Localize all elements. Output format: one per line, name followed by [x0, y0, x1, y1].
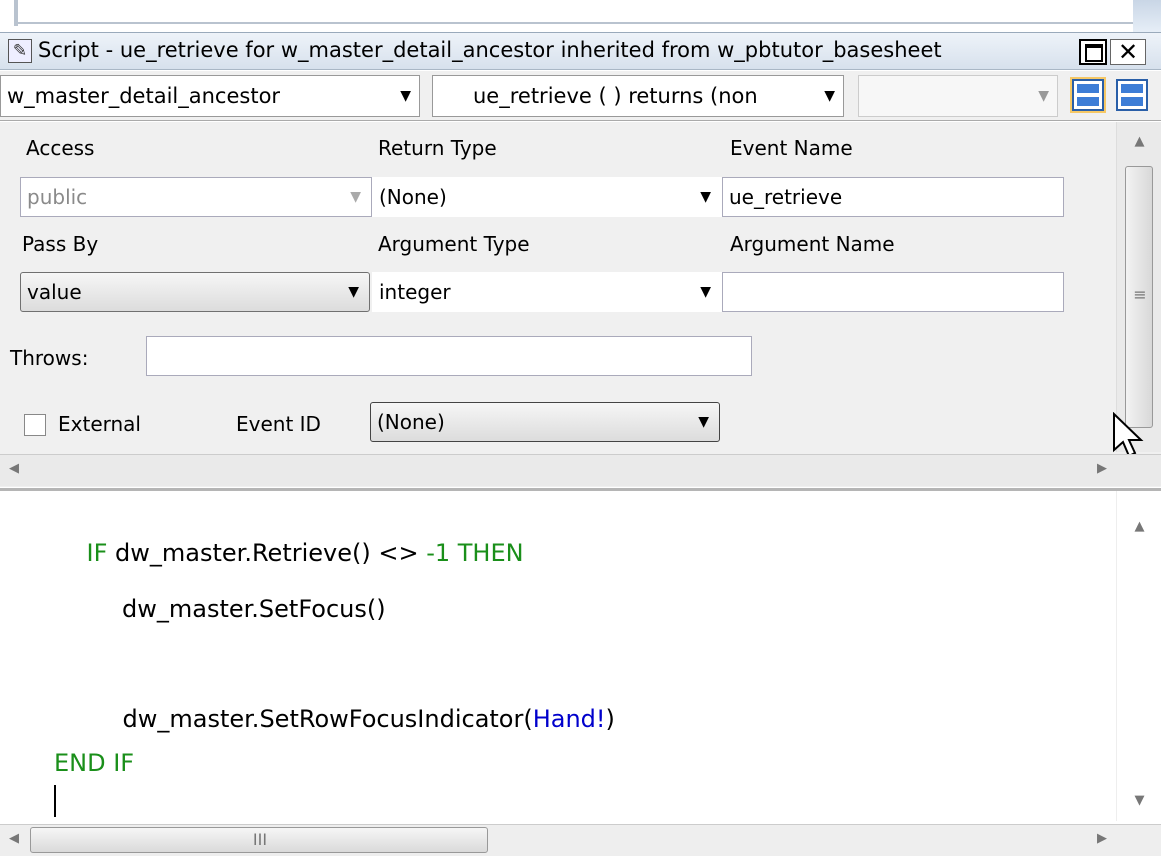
chevron-down-icon: ▼ — [700, 284, 711, 300]
code-setrowfocus-call: dw_master.SetRowFocusIndicator( — [122, 705, 533, 733]
pass-by-select[interactable]: value ▼ — [20, 272, 370, 312]
ancestor-select[interactable]: ▼ — [858, 75, 1058, 117]
title-bar[interactable]: ✎ Script - ue_retrieve for w_master_deta… — [0, 32, 1161, 70]
close-icon[interactable]: ✕ — [1110, 39, 1146, 65]
code-number: -1 — [426, 539, 451, 567]
window-top-strip — [0, 0, 1161, 32]
top-strip-line — [14, 22, 1134, 24]
grip-icon: III — [252, 830, 268, 849]
scroll-up-icon[interactable]: ▲ — [1117, 519, 1161, 534]
chevron-down-icon: ▼ — [818, 76, 835, 116]
editor-horizontal-scrollbar[interactable]: ◀ III ▶ — [0, 824, 1161, 856]
event-id-value: (None) — [377, 410, 445, 434]
return-type-select[interactable]: (None) ▼ — [372, 177, 722, 217]
code-line-2: dw_master.SetFocus() — [122, 595, 386, 623]
code-retrieve-call: dw_master.Retrieve() <> — [107, 539, 427, 567]
restore-icon[interactable] — [1079, 39, 1107, 65]
properties-horizontal-scrollbar[interactable]: ◀ ▶ — [0, 454, 1161, 486]
object-select-value: w_master_detail_ancestor — [7, 84, 281, 108]
chevron-down-icon: ▼ — [698, 414, 709, 430]
properties-vertical-scrollbar[interactable]: ▲ ≡ — [1116, 122, 1161, 452]
chevron-down-icon: ▼ — [348, 284, 359, 300]
scrollbar-thumb[interactable]: III — [30, 827, 488, 853]
keyword-then: THEN — [450, 539, 524, 567]
return-type-value: (None) — [379, 185, 447, 209]
scroll-right-icon[interactable]: ▶ — [1092, 461, 1112, 476]
code-line-3: dw_master.SetRowFocusIndicator(Hand!) — [92, 677, 615, 761]
argument-type-value: integer — [379, 280, 451, 304]
argument-name-label: Argument Name — [730, 232, 895, 256]
code-line-4: END IF — [54, 749, 135, 777]
return-type-label: Return Type — [378, 136, 497, 160]
event-name-label: Event Name — [730, 136, 853, 160]
scroll-left-icon[interactable]: ◀ — [4, 461, 24, 476]
editor-vertical-scrollbar[interactable]: ▲ ▼ — [1116, 491, 1161, 821]
event-select-value: ue_retrieve ( ) returns (non — [473, 84, 758, 108]
access-label: Access — [26, 136, 95, 160]
script-editor[interactable]: IF dw_master.Retrieve() <> -1 THEN dw_ma… — [0, 488, 1161, 856]
chevron-down-icon: ▼ — [350, 189, 361, 205]
code-enum-value: Hand! — [532, 705, 606, 733]
window-title: Script - ue_retrieve for w_master_detail… — [38, 38, 942, 62]
scroll-left-icon[interactable]: ◀ — [4, 831, 24, 846]
access-select[interactable]: public ▼ — [20, 177, 372, 217]
external-label: External — [58, 412, 141, 436]
chevron-down-icon: ▼ — [400, 88, 411, 104]
code-close-paren: ) — [605, 705, 615, 733]
throws-label: Throws: — [10, 346, 89, 370]
grip-icon: ≡ — [1133, 285, 1147, 304]
event-name-value: ue_retrieve — [729, 185, 843, 209]
event-id-label: Event ID — [236, 412, 321, 436]
scroll-up-icon[interactable]: ▲ — [1117, 134, 1161, 149]
event-id-select[interactable]: (None) ▼ — [370, 402, 720, 442]
properties-pane: Access Return Type Event Name public ▼ (… — [0, 122, 1161, 487]
argument-name-field[interactable] — [722, 272, 1064, 312]
event-name-field[interactable]: ue_retrieve — [722, 177, 1064, 217]
selector-row: w_master_detail_ancestor ▼ ue_retrieve (… — [0, 71, 1161, 121]
object-select[interactable]: w_master_detail_ancestor ▼ — [0, 75, 420, 117]
throws-field[interactable] — [146, 336, 752, 376]
argument-type-select[interactable]: integer ▼ — [372, 272, 722, 312]
scroll-down-icon[interactable]: ▼ — [1117, 793, 1161, 808]
external-checkbox[interactable] — [24, 414, 46, 436]
text-cursor — [54, 785, 56, 817]
pass-by-value: value — [27, 280, 82, 304]
vertical-split-icon[interactable] — [1116, 79, 1148, 111]
scroll-right-icon[interactable]: ▶ — [1092, 831, 1112, 846]
pass-by-label: Pass By — [22, 232, 99, 256]
event-select[interactable]: ue_retrieve ( ) returns (non ▼ — [432, 75, 844, 117]
horizontal-split-icon[interactable] — [1072, 79, 1104, 111]
chevron-down-icon: ▼ — [1038, 88, 1049, 104]
top-strip-corner — [1133, 0, 1161, 32]
mouse-cursor-icon — [1113, 412, 1144, 458]
keyword-if: IF — [86, 539, 108, 567]
scrollbar-thumb[interactable]: ≡ — [1125, 166, 1153, 428]
chevron-down-icon: ▼ — [700, 189, 711, 205]
code-line-1: IF dw_master.Retrieve() <> -1 THEN — [56, 511, 524, 595]
access-value: public — [27, 185, 88, 209]
argument-type-label: Argument Type — [378, 232, 530, 256]
script-icon: ✎ — [8, 39, 32, 63]
